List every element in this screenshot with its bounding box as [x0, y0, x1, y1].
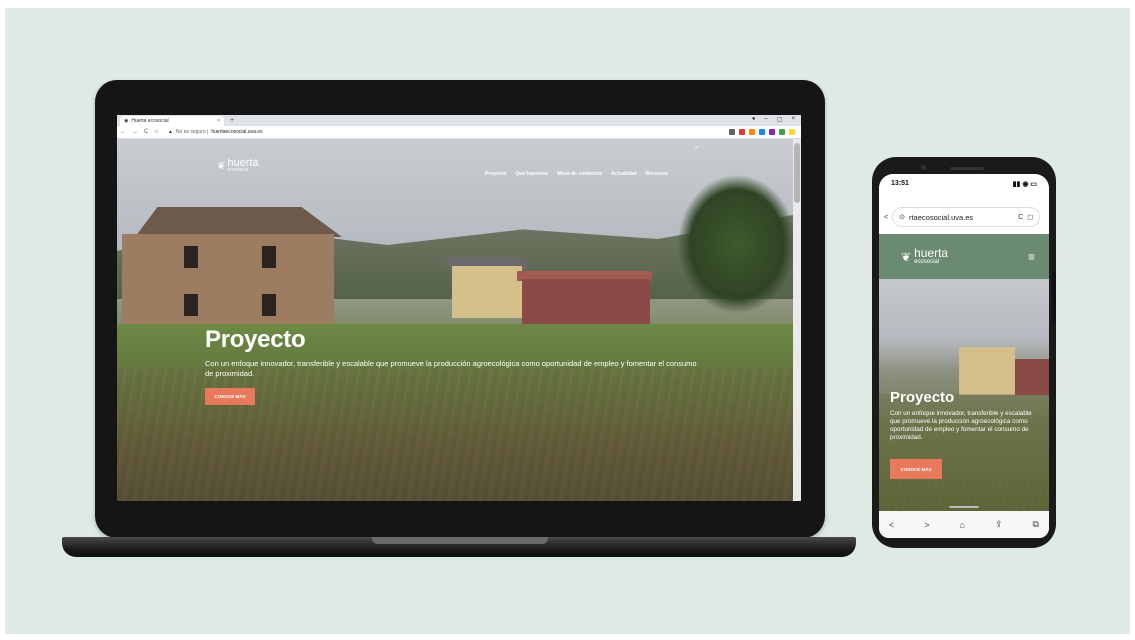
back-icon[interactable]: < — [884, 214, 888, 221]
yellow-house-photo — [452, 266, 522, 318]
address-bar[interactable]: ▲ No es seguro | huertaecosocial.uva.es — [168, 129, 263, 135]
globe-icon: ◉ — [124, 118, 129, 124]
browser-tab[interactable]: ◉ Huerta ecosocial × — [120, 116, 224, 126]
back-button[interactable]: ← — [120, 129, 126, 135]
speaker-grille — [950, 167, 984, 170]
warning-icon: ▲ — [167, 129, 173, 135]
conoce-mas-button[interactable]: CONOCE MÁS — [205, 388, 255, 405]
website-hero: ❦ huerta ecosocial ⌕ Proyecto Qué hacemo… — [117, 139, 793, 501]
hamburger-menu-icon[interactable]: ≡ — [1028, 250, 1035, 264]
logo-word: huerta — [914, 246, 949, 260]
extension-icon[interactable] — [789, 129, 795, 135]
tab-title: Huerta ecosocial — [131, 118, 169, 124]
huerta-logo[interactable]: ❦ huerta ecosocial — [217, 158, 259, 173]
browser-toolbar: ← → C ⌂ ▲ No es seguro | huertaecosocial… — [117, 126, 801, 139]
camera-icon — [921, 165, 926, 170]
red-house-photo — [522, 279, 650, 327]
home-button[interactable]: ⌂ — [154, 129, 158, 135]
phone-hero: Proyecto Con un enfoque innovador, trans… — [879, 279, 1049, 511]
home-indicator — [949, 506, 979, 508]
browser-tab-bar: ◉ Huerta ecosocial × + ● – ▢ × — [117, 115, 801, 126]
nav-item-que-hacemos[interactable]: Qué hacemos — [515, 171, 548, 177]
tab-close-icon[interactable]: × — [217, 118, 220, 124]
extension-icon[interactable] — [749, 129, 755, 135]
leaf-icon: ❦ — [901, 249, 912, 264]
red-house-photo — [1015, 359, 1049, 395]
nav-item-recursos[interactable]: Recursos — [646, 171, 669, 177]
laptop-notch — [372, 537, 548, 544]
huerta-logo[interactable]: ❦ huerta ecosocial — [901, 246, 949, 265]
share-icon[interactable]: ⇪ — [995, 519, 1003, 530]
forward-button[interactable]: → — [132, 129, 138, 135]
extension-icons — [729, 129, 795, 135]
site-nav: Proyecto Qué hacemos Mesa de contactos A… — [485, 171, 668, 177]
hero-title: Proyecto — [205, 326, 306, 353]
phone-url: rtaecosocial.uva.es — [908, 212, 974, 222]
phone-screen: 13:51 ▮▮ ◉ ▭ < ⊙ rtaecosocial.uva.es C ◻… — [879, 174, 1049, 538]
ruin-roof-photo — [135, 207, 342, 237]
extension-icon[interactable] — [729, 129, 735, 135]
bookmark-icon[interactable]: ◻ — [1027, 213, 1033, 221]
hero-text: Con un enfoque innovador, transferible y… — [205, 359, 697, 378]
hero-text: Con un enfoque innovador, transferible y… — [890, 410, 1032, 441]
search-icon[interactable]: ⌕ — [695, 145, 698, 152]
scrollbar[interactable] — [793, 139, 801, 501]
status-icons: ▮▮ ◉ ▭ — [1012, 181, 1037, 188]
extension-icon[interactable] — [769, 129, 775, 135]
home-icon[interactable]: ⌂ — [960, 520, 965, 530]
yellow-house-photo — [959, 347, 1015, 395]
logo-sub: ecosocial — [227, 167, 249, 173]
laptop-screen: ◉ Huerta ecosocial × + ● – ▢ × ← → C ⌂ ▲… — [117, 115, 801, 501]
phone-bottom-bar: < > ⌂ ⇪ ⧉ — [879, 511, 1049, 538]
conoce-mas-button[interactable]: CONOCE MÁS — [890, 459, 942, 479]
forward-icon[interactable]: > — [924, 520, 929, 530]
maximize-button[interactable]: ▢ — [777, 116, 783, 123]
back-icon[interactable]: < — [889, 520, 894, 530]
phone-site-header: ❦ huerta ecosocial ≡ — [879, 234, 1049, 279]
leaf-icon: ❦ — [217, 160, 226, 172]
nav-item-actualidad[interactable]: Actualidad — [611, 171, 637, 177]
extension-icon[interactable] — [779, 129, 785, 135]
extension-icon[interactable] — [739, 129, 745, 135]
tree-photo — [677, 174, 793, 314]
url-text: huertaecosocial.uva.es — [211, 129, 263, 135]
phone-status-bar: 13:51 ▮▮ ◉ ▭ — [879, 180, 1049, 194]
site-info-icon[interactable]: ⊙ — [899, 213, 905, 221]
new-tab-button[interactable]: + — [230, 116, 234, 126]
phone-address-bar: < ⊙ rtaecosocial.uva.es C ◻ — [879, 204, 1049, 230]
security-label: No es seguro — [175, 129, 206, 135]
minimize-button[interactable]: – — [764, 116, 767, 123]
status-time: 13:51 — [891, 180, 909, 187]
url-pill[interactable]: ⊙ rtaecosocial.uva.es C ◻ — [892, 207, 1040, 227]
phone-side-button — [1052, 272, 1056, 322]
reload-icon[interactable]: C — [1018, 214, 1023, 221]
close-window-button[interactable]: × — [791, 116, 795, 123]
scrollbar-thumb[interactable] — [794, 143, 800, 203]
extension-icon[interactable] — [759, 129, 765, 135]
nav-item-proyecto[interactable]: Proyecto — [485, 171, 506, 177]
reload-button[interactable]: C — [144, 129, 148, 135]
profile-icon[interactable]: ● — [752, 116, 756, 123]
tabs-icon[interactable]: ⧉ — [1033, 519, 1039, 530]
hero-title: Proyecto — [890, 389, 955, 406]
nav-item-mesa[interactable]: Mesa de contactos — [557, 171, 602, 177]
window-controls: ● – ▢ × — [752, 116, 795, 123]
